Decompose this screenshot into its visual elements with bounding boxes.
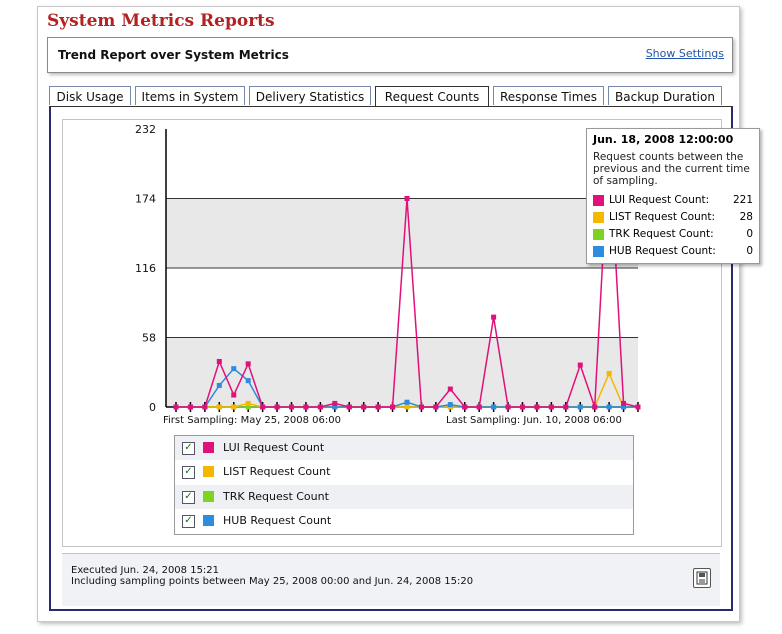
tooltip-title: Jun. 18, 2008 12:00:00: [593, 133, 734, 146]
data-point: [447, 402, 453, 408]
data-point: [173, 404, 179, 410]
legend-label: TRK Request Count: [223, 490, 329, 503]
legend-item-list: ✓ LIST Request Count: [175, 460, 633, 484]
data-point: [317, 404, 323, 410]
request-counts-chart: 0 58 116 174 232: [135, 123, 641, 414]
data-point: [404, 196, 410, 201]
y-tick-label: 58: [142, 332, 156, 345]
tooltip-row-label: LUI Request Count:: [609, 194, 710, 206]
sampling-range: Including sampling points between May 25…: [71, 576, 474, 587]
data-point: [260, 404, 266, 410]
tooltip-row-lui: LUI Request Count: 221: [591, 193, 755, 208]
data-point: [577, 404, 583, 410]
legend-item-hub: ✓ HUB Request Count: [175, 509, 633, 533]
data-point: [289, 404, 294, 410]
data-point: [404, 404, 410, 410]
data-point: [216, 382, 222, 388]
data-point: [390, 404, 396, 410]
checkbox-hub[interactable]: ✓: [182, 515, 195, 528]
chart-band: [166, 337, 638, 407]
data-point: [505, 404, 511, 410]
data-point: [462, 404, 468, 410]
legend-item-trk: ✓ TRK Request Count: [175, 485, 633, 509]
data-point: [563, 404, 569, 410]
data-point: [621, 400, 627, 406]
data-point: [491, 314, 497, 320]
tooltip-row-hub: HUB Request Count: 0: [591, 244, 755, 259]
data-point: [231, 404, 237, 410]
data-point: [491, 404, 497, 410]
y-tick-label: 116: [135, 262, 156, 275]
y-tick-label: 232: [135, 123, 156, 136]
data-point: [418, 404, 424, 410]
data-point: [231, 366, 237, 372]
lui-color-swatch: [593, 195, 604, 206]
data-point: [404, 399, 410, 405]
lui-color-swatch: [203, 442, 214, 453]
trk-color-swatch: [593, 229, 604, 240]
trk-color-swatch: [203, 491, 214, 502]
checkbox-list[interactable]: ✓: [182, 466, 195, 479]
data-point: [635, 404, 641, 410]
tooltip-description: Request counts between the previous and …: [593, 151, 750, 187]
legend-label: HUB Request Count: [223, 514, 332, 527]
list-color-swatch: [593, 212, 604, 223]
data-point: [274, 404, 280, 410]
executed-time: Executed Jun. 24, 2008 15:21: [71, 565, 220, 576]
data-point: [332, 400, 338, 406]
data-point: [346, 404, 352, 410]
list-color-swatch: [203, 466, 214, 477]
report-footer: Executed Jun. 24, 2008 15:21 Including s…: [62, 553, 720, 606]
checkbox-trk[interactable]: ✓: [182, 491, 195, 504]
data-point: [548, 404, 554, 410]
legend-item-lui: ✓ LUI Request Count: [175, 436, 633, 460]
data-point: [592, 404, 598, 410]
hub-color-swatch: [203, 515, 214, 526]
tooltip-row-list: LIST Request Count: 28: [591, 210, 755, 225]
data-point: [577, 362, 583, 368]
first-sampling-label: First Sampling: May 25, 2008 06:00: [163, 415, 341, 426]
y-tick-label: 174: [135, 193, 156, 206]
data-point: [520, 404, 525, 410]
save-export-icon[interactable]: [693, 568, 711, 588]
tooltip-row-label: HUB Request Count:: [609, 245, 716, 257]
legend-label: LUI Request Count: [223, 441, 325, 454]
y-tick-label: 0: [149, 401, 156, 414]
checkbox-lui[interactable]: ✓: [182, 442, 195, 455]
data-point: [216, 358, 222, 364]
data-point: [187, 404, 193, 410]
data-point: [245, 361, 251, 367]
data-point: [606, 404, 612, 410]
tooltip-row-value: 28: [739, 211, 753, 223]
data-point: [447, 386, 453, 392]
data-point: [303, 404, 309, 410]
tooltip-row-value: 0: [746, 245, 753, 257]
chart-legend: ✓ LUI Request Count ✓ LIST Request Count…: [174, 435, 634, 535]
hub-color-swatch: [593, 246, 604, 257]
data-point: [216, 404, 222, 410]
data-point: [476, 404, 482, 410]
data-point: [202, 404, 208, 410]
data-point: [534, 404, 540, 410]
last-sampling-label: Last Sampling: Jun. 10, 2008 06:00: [446, 415, 622, 426]
data-point: [231, 392, 237, 398]
execution-info: Executed Jun. 24, 2008 15:21 Including s…: [71, 565, 473, 587]
data-point: [245, 378, 251, 384]
tooltip-row-label: TRK Request Count:: [609, 228, 714, 240]
data-point: [606, 370, 612, 376]
tooltip-row-value: 0: [746, 228, 753, 240]
tooltip-row-label: LIST Request Count:: [609, 211, 716, 223]
data-point: [245, 400, 251, 406]
data-point-tooltip: Jun. 18, 2008 12:00:00 Request counts be…: [586, 128, 760, 264]
data-point: [361, 404, 367, 410]
data-point: [375, 404, 381, 410]
data-point: [433, 404, 439, 410]
legend-label: LIST Request Count: [223, 465, 331, 478]
tooltip-row-trk: TRK Request Count: 0: [591, 227, 755, 242]
chart-band: [166, 198, 638, 268]
tooltip-row-value: 221: [732, 194, 753, 206]
